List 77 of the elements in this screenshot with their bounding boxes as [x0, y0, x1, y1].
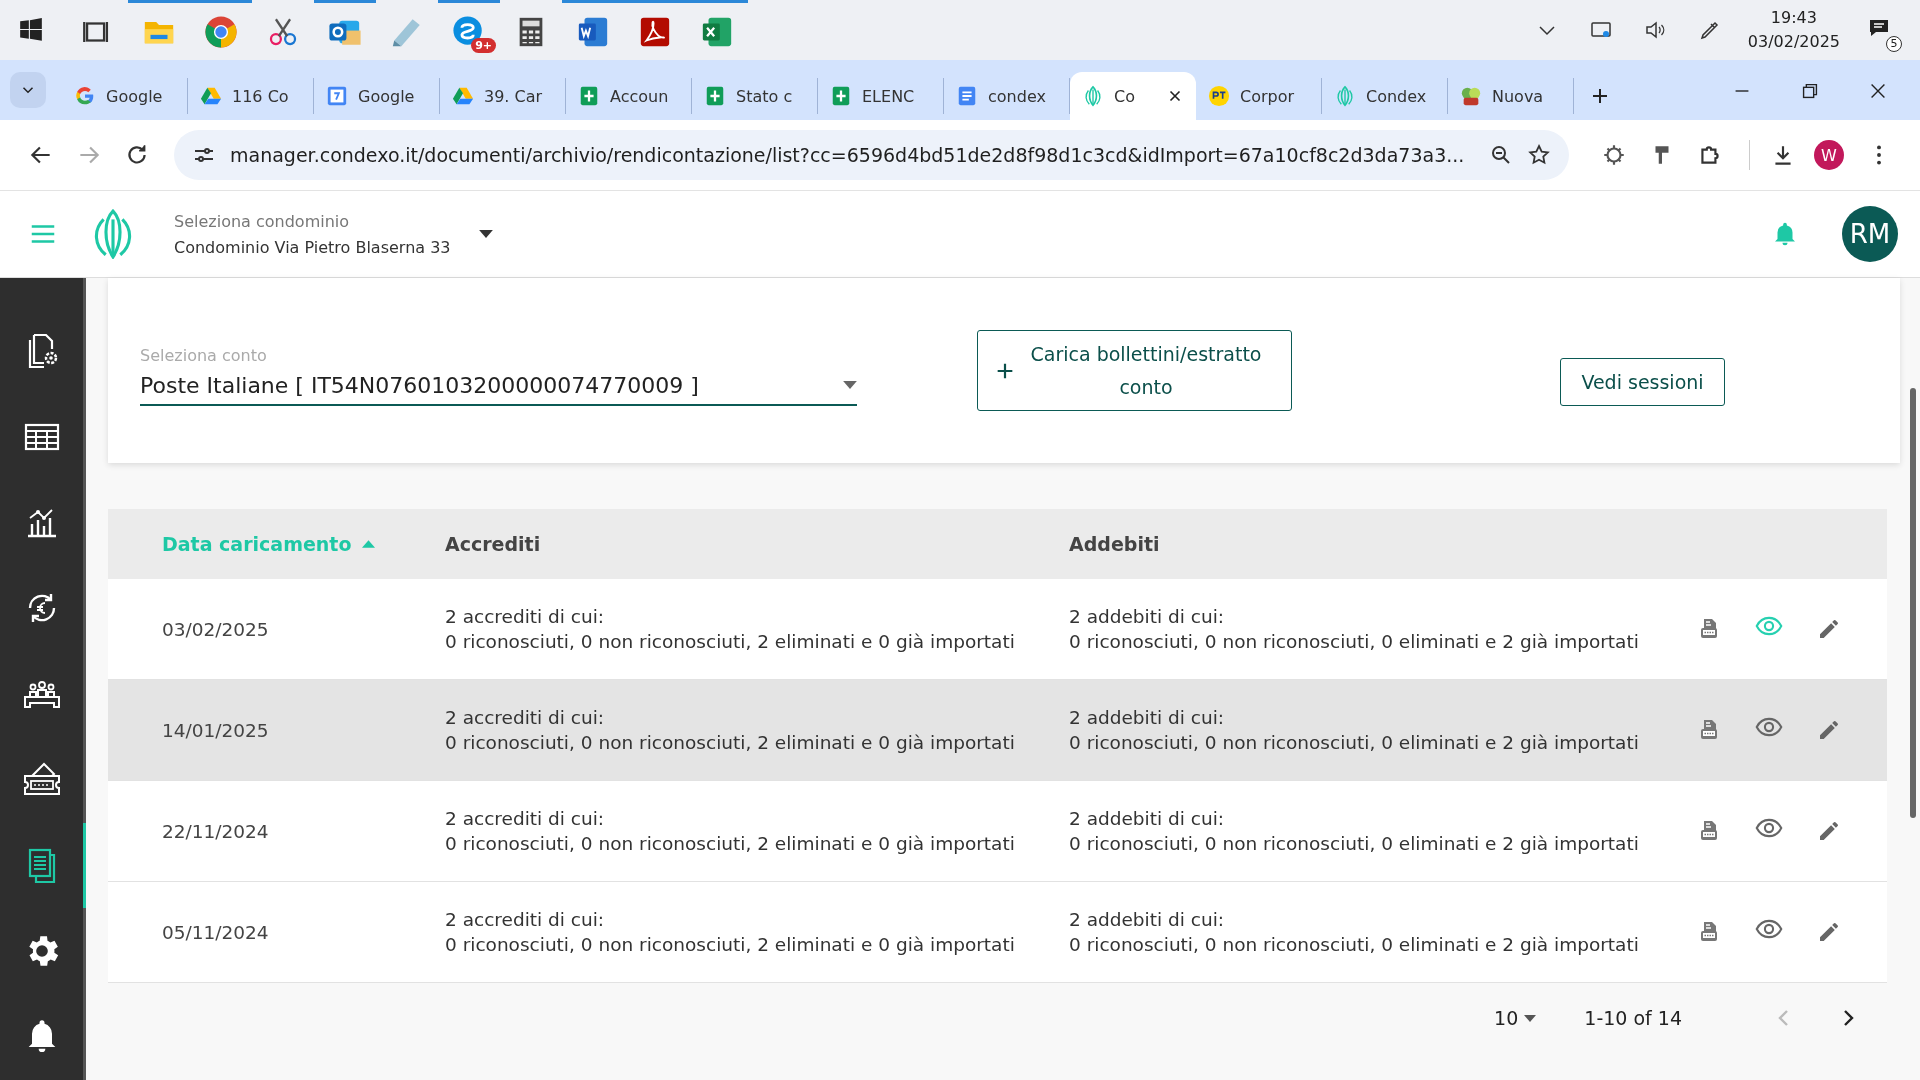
document-icon [956, 85, 978, 107]
date-cell-text: 05/11/2024 [162, 921, 270, 943]
debits-detail: 0 riconosciuti, 0 non riconosciuti, 0 eliminati e 2 già importati [1069, 833, 1640, 854]
credits-summary: 2 accrediti di cui: [445, 808, 606, 829]
windows-start-icon[interactable] [18, 17, 44, 43]
game-icon [1460, 85, 1482, 107]
pencil-icon[interactable] [1817, 819, 1841, 843]
debits-detail: 0 riconosciuti, 0 non riconosciuti, 0 eliminati e 2 già importati [1069, 732, 1640, 753]
browser-tab[interactable]: 116 Co [188, 78, 314, 114]
account-select[interactable]: Seleziona conto Poste Italiane [ IT54N0760103200000074770009 ] [140, 345, 857, 406]
debits-summary: 2 addebiti di cui: [1069, 606, 1226, 627]
sessions-button[interactable]: Vedi sessioni [1560, 357, 1725, 406]
notification-count: 5 [1886, 36, 1902, 52]
star-icon[interactable] [1527, 143, 1551, 167]
column-header[interactable]: Addebiti [1069, 533, 1160, 555]
url-text: manager.condexo.it/documenti/archivio/rendicontazione/list?cc=6596d4bd51de2d8f98d1c3cd&idImport=67a10cf8c2d3da73a3... [230, 144, 1466, 166]
date-cell-text: 14/01/2025 [162, 719, 270, 741]
google-icon [74, 85, 96, 107]
browser-tab[interactable]: Stato c [692, 78, 818, 114]
browser-tab[interactable]: Google [314, 78, 440, 114]
spreadsheet-icon [578, 85, 600, 107]
drive-icon [200, 85, 222, 107]
table-row[interactable]: 22/11/2024 2 accrediti di cui: 0 riconosciuti, 0 non riconosciuti, 2 eliminati e 0 già importati 2 addebiti di cui: 0 riconosciuti, 0 non riconosciuti, 0 eliminati e 2 già importati [108, 781, 1887, 882]
browser-tab[interactable]: Co [1070, 72, 1196, 120]
extension-icon[interactable] [1601, 142, 1627, 168]
debits-detail: 0 riconosciuti, 0 non riconosciuti, 0 eliminati e 2 già importati [1069, 631, 1640, 652]
browser-tab[interactable]: ELENC [818, 78, 944, 114]
rows-per-page-select[interactable]: 10 [1494, 1007, 1537, 1029]
sort-ascending-icon [361, 540, 375, 548]
scrollbar-thumb[interactable] [1910, 388, 1916, 818]
clock-time: 19:43 [1770, 7, 1817, 29]
debits-summary: 2 addebiti di cui: [1069, 707, 1226, 728]
table-row[interactable]: 05/11/2024 2 accrediti di cui: 0 riconosciuti, 0 non riconosciuti, 2 eliminati e 0 già importati 2 addebiti di cui: 0 riconosciuti, 0 non riconosciuti, 0 eliminati e 2 già importati [108, 882, 1887, 983]
table-row[interactable]: 14/01/2025 2 accrediti di cui: 0 riconosciuti, 0 non riconosciuti, 2 eliminati e 0 già importati 2 addebiti di cui: 0 riconosciuti, 0 non riconosciuti, 0 eliminati e 2 già importati [108, 680, 1887, 781]
credits-summary: 2 accrediti di cui: [445, 606, 606, 627]
calendar-icon [326, 85, 348, 107]
user-avatar[interactable]: RM [1842, 206, 1898, 262]
pencil-icon[interactable] [1817, 718, 1841, 742]
browser-tab[interactable]: condex [944, 78, 1070, 114]
table-row[interactable]: 03/02/2025 2 accrediti di cui: 0 riconosciuti, 0 non riconosciuti, 2 eliminati e 0 già importati 2 addebiti di cui: 0 riconosciuti, 0 non riconosciuti, 0 eliminati e 2 già importati [108, 579, 1887, 680]
debits-detail: 0 riconosciuti, 0 non riconosciuti, 0 eliminati e 2 già importati [1069, 934, 1640, 955]
browser-tab[interactable]: Nuova [1448, 78, 1574, 114]
debits-summary: 2 addebiti di cui: [1069, 909, 1226, 930]
upload-button[interactable]: Carica bollettini/estratto conto [977, 330, 1292, 411]
caret-icon [478, 230, 493, 238]
spreadsheet-icon [830, 85, 852, 107]
browser-tab[interactable]: Google [62, 78, 188, 114]
spreadsheet-icon [704, 85, 726, 107]
credits-detail: 0 riconosciuti, 0 non riconosciuti, 2 eliminati e 0 già importati [445, 833, 1016, 854]
column-header[interactable]: Accrediti [445, 533, 541, 555]
browser-tab[interactable]: Condex [1322, 78, 1448, 114]
browser-icon[interactable] [204, 14, 238, 49]
leaf-logo-icon [1334, 85, 1356, 107]
clock-date: 03/02/2025 [1747, 31, 1840, 53]
debits-summary: 2 addebiti di cui: [1069, 808, 1226, 829]
profile-avatar[interactable]: W [1814, 140, 1844, 170]
pencil-icon[interactable] [1817, 617, 1841, 641]
credits-summary: 2 accrediti di cui: [445, 707, 606, 728]
caret-icon [843, 381, 857, 389]
credits-detail: 0 riconosciuti, 0 non riconosciuti, 2 eliminati e 0 già importati [445, 631, 1016, 652]
credits-detail: 0 riconosciuti, 0 non riconosciuti, 2 eliminati e 0 già importati [445, 732, 1016, 753]
condominium-select[interactable]: Seleziona condominio Condominio Via Pietro Blaserna 33 [174, 211, 493, 257]
browser-tab[interactable]: Accoun [566, 78, 692, 114]
credits-summary: 2 accrediti di cui: [445, 909, 606, 930]
page-range: 1-10 of 14 [1584, 1007, 1682, 1029]
leaf-logo-icon [1082, 85, 1104, 107]
pencil-icon[interactable] [1817, 920, 1841, 944]
notification-badge: 9+ [471, 37, 496, 53]
date-cell-text: 22/11/2024 [162, 820, 270, 842]
round-logo-icon [1208, 85, 1230, 107]
browser-tab[interactable]: Corpor [1196, 78, 1322, 114]
drive-icon [452, 85, 474, 107]
date-cell-text: 03/02/2025 [162, 618, 270, 640]
credits-detail: 0 riconosciuti, 0 non riconosciuti, 2 eliminati e 0 già importati [445, 934, 1016, 955]
caret-icon [1524, 1014, 1537, 1022]
address-bar[interactable]: manager.condexo.it/documenti/archivio/rendicontazione/list?cc=6596d4bd51de2d8f98d1c3cd&idImport=67a10cf8c2d3da73a3... [174, 130, 1569, 180]
browser-tab[interactable]: 39. Car [440, 78, 566, 114]
